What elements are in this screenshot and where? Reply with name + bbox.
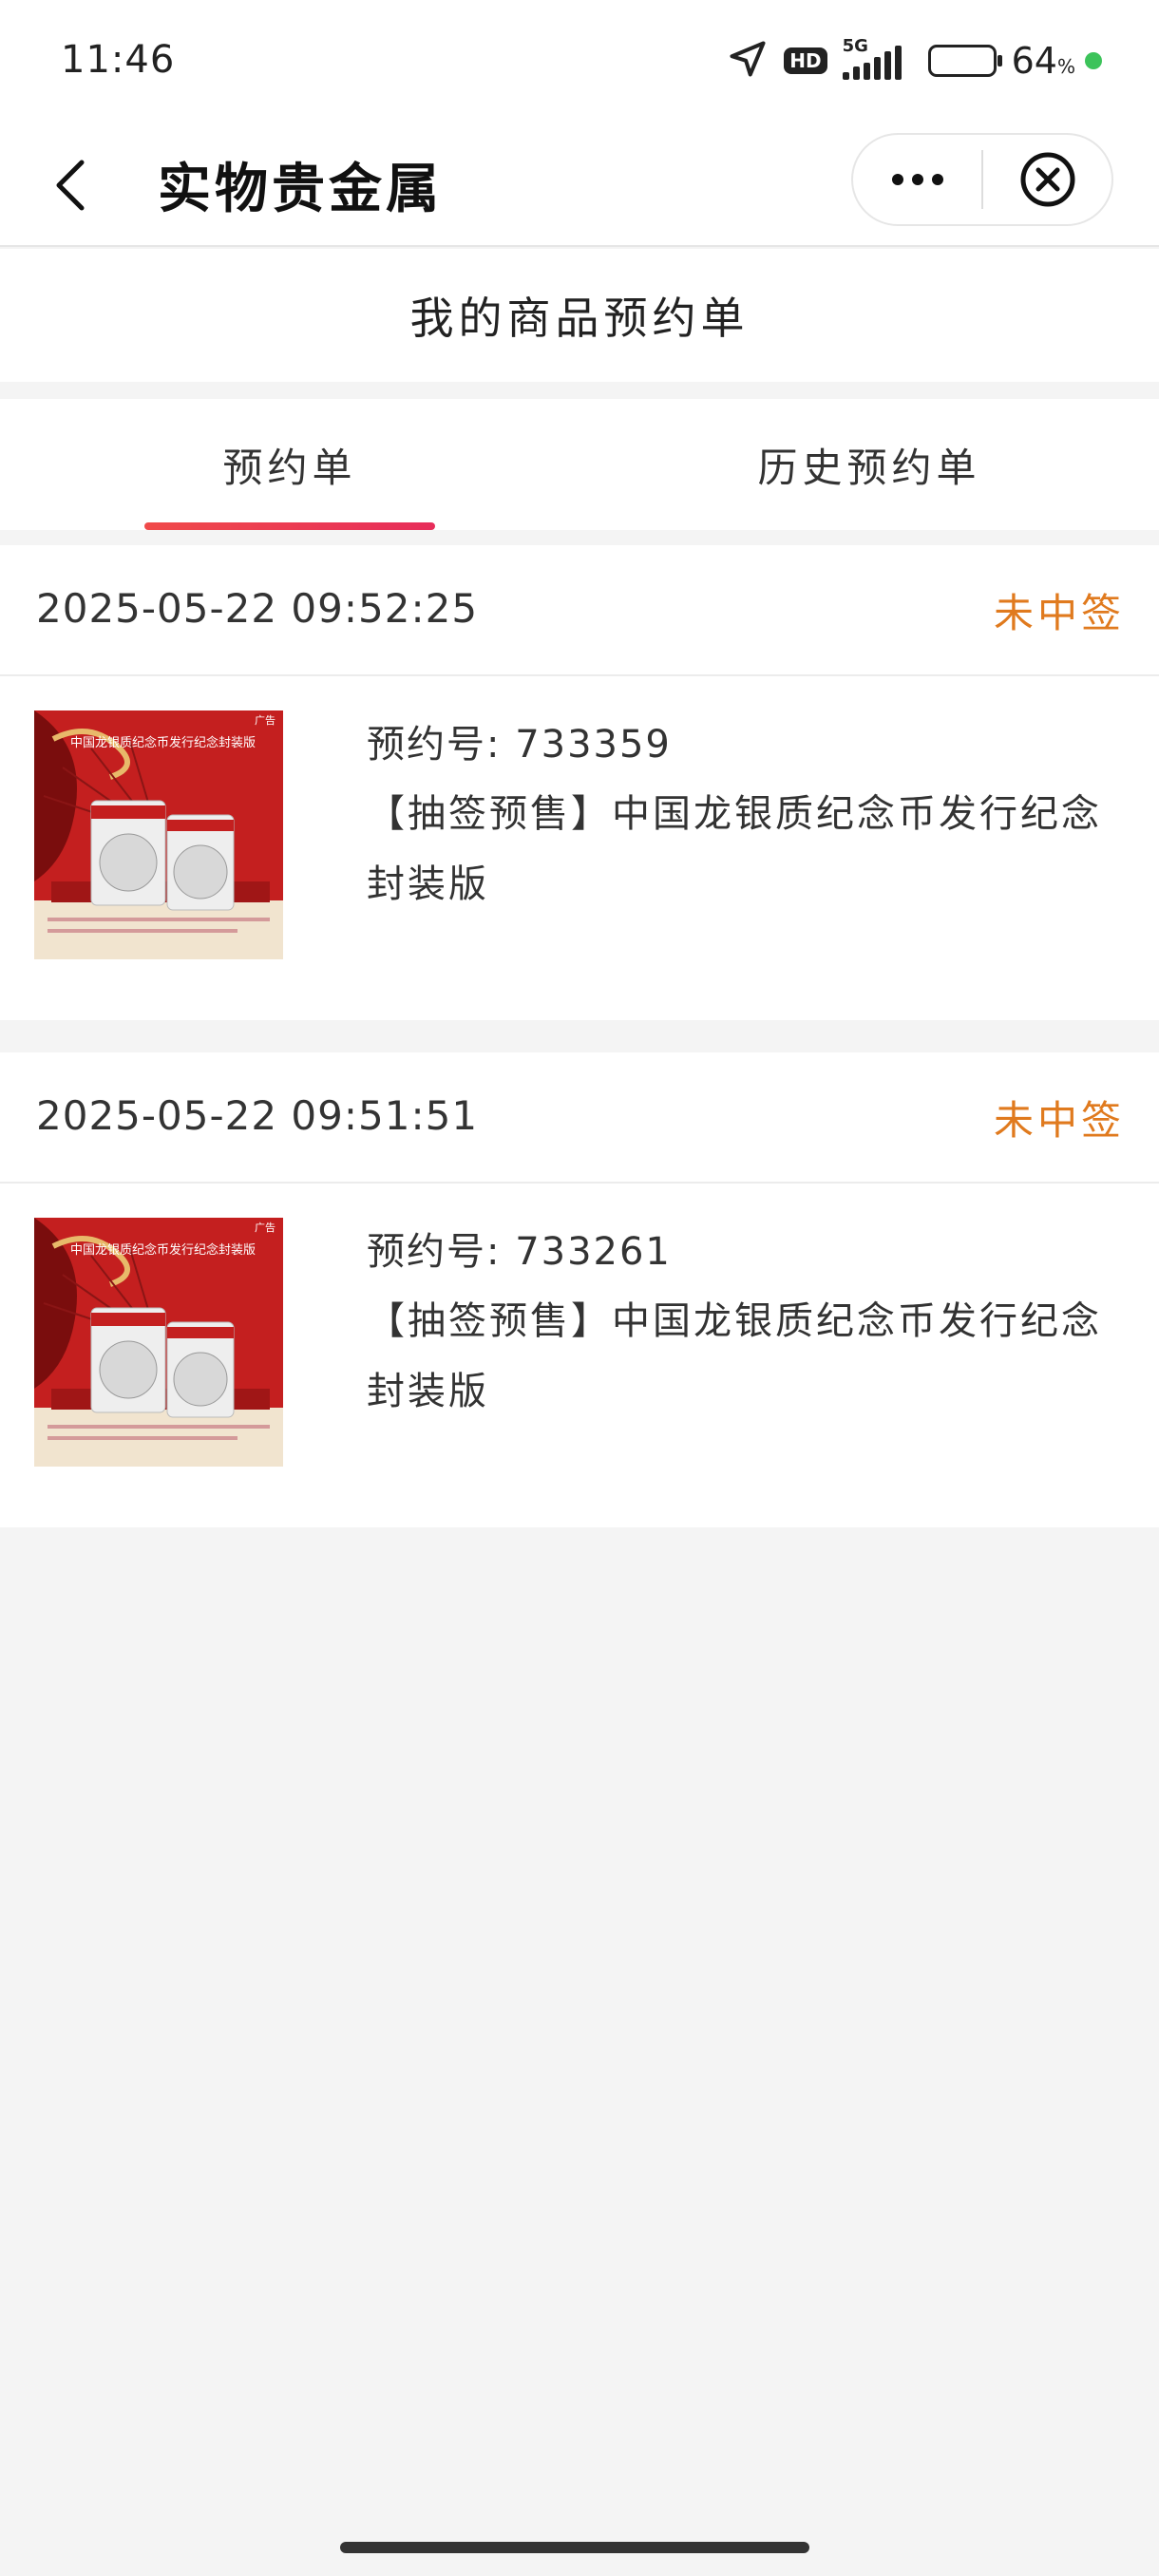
status-icons: HD 5G 64% [727, 36, 1102, 84]
product-name: 【抽签预售】中国龙银质纪念币发行纪念封装版 [367, 1299, 1102, 1413]
product-image-title: 中国龙银质纪念币发行纪念封装版 [70, 1242, 256, 1258]
close-circle-icon [1020, 152, 1074, 207]
battery-percent: 64% [1011, 40, 1075, 82]
order-card[interactable]: 2025-05-22 09:51:51 未中签 中国龙银质纪念币发行纪念封装版 … [0, 1052, 1159, 1527]
status-bar: 11:46 HD 5G 64% [0, 0, 1159, 123]
nav-title: 实物贵金属 [158, 159, 443, 220]
hd-icon: HD [784, 47, 827, 74]
order-header: 2025-05-22 09:51:51 未中签 [0, 1052, 1159, 1184]
home-indicator[interactable] [340, 2542, 809, 2553]
more-dots-icon [891, 174, 943, 185]
ad-tag: 广告 [255, 714, 276, 727]
location-arrow-icon [727, 38, 769, 84]
tab-history-reservations[interactable]: 历史预约单 [580, 399, 1159, 530]
order-timestamp: 2025-05-22 09:52:25 [36, 585, 479, 632]
signal-5g-icon: 5G [842, 36, 913, 82]
page-header: 我的商品预约单 [0, 249, 1159, 382]
nav-bar: 实物贵金属 [0, 123, 1159, 247]
reservation-number: 预约号: 733359 [367, 723, 672, 767]
order-header: 2025-05-22 09:52:25 未中签 [0, 545, 1159, 676]
order-status: 未中签 [993, 1097, 1125, 1144]
back-button[interactable] [42, 152, 99, 218]
close-button[interactable] [983, 135, 1112, 224]
order-timestamp: 2025-05-22 09:51:51 [36, 1092, 479, 1139]
order-body: 中国龙银质纪念币发行纪念封装版 广告 预约号: 733359 【抽签预售】中国龙… [0, 676, 1159, 1020]
order-info: 预约号: 733359 【抽签预售】中国龙银质纪念币发行纪念封装版 [367, 710, 1127, 919]
mini-program-capsule [851, 133, 1113, 226]
clock: 11:46 [61, 38, 176, 82]
page-title: 我的商品预约单 [409, 293, 750, 344]
product-name: 【抽签预售】中国龙银质纪念币发行纪念封装版 [367, 792, 1102, 906]
chevron-left-icon [56, 160, 85, 211]
active-tab-indicator [144, 522, 435, 530]
ad-tag: 广告 [255, 1222, 276, 1234]
product-image[interactable]: 中国龙银质纪念币发行纪念封装版 广告 [34, 1218, 283, 1467]
privacy-dot-icon [1085, 52, 1102, 69]
more-button[interactable] [853, 135, 981, 224]
product-image-title: 中国龙银质纪念币发行纪念封装版 [70, 735, 256, 750]
order-body: 中国龙银质纪念币发行纪念封装版 广告 预约号: 733261 【抽签预售】中国龙… [0, 1184, 1159, 1527]
order-card[interactable]: 2025-05-22 09:52:25 未中签 中国龙银质纪念币发行纪念封装版 … [0, 545, 1159, 1020]
order-info: 预约号: 733261 【抽签预售】中国龙银质纪念币发行纪念封装版 [367, 1218, 1127, 1427]
order-status: 未中签 [993, 590, 1125, 636]
product-image[interactable]: 中国龙银质纪念币发行纪念封装版 广告 [34, 710, 283, 959]
network-type-label: 5G [842, 36, 868, 56]
tab-reservations[interactable]: 预约单 [0, 399, 580, 530]
reservation-number: 预约号: 733261 [367, 1230, 672, 1274]
battery-icon [927, 45, 1002, 77]
tab-bar: 预约单 历史预约单 [0, 399, 1159, 530]
